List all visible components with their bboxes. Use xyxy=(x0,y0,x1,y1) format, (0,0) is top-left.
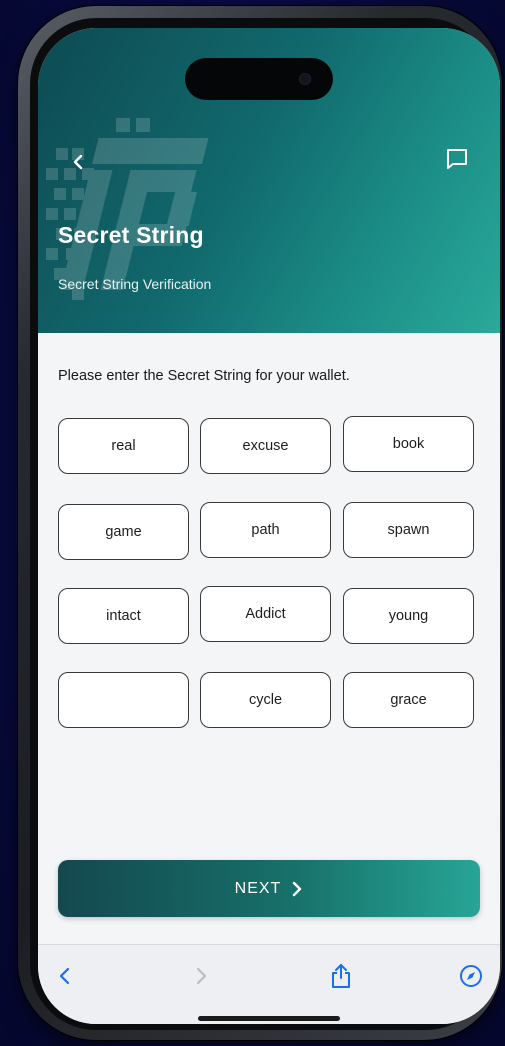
share-icon xyxy=(332,964,350,988)
dynamic-island xyxy=(185,58,333,100)
word-input-9[interactable]: young xyxy=(343,588,474,644)
phone-screen: Secret String Secret String Verification… xyxy=(38,28,500,1024)
word-input-7[interactable]: intact xyxy=(58,588,189,644)
word-input-1[interactable]: real xyxy=(58,418,189,474)
chevron-left-icon xyxy=(59,967,70,985)
chat-bubble-icon xyxy=(447,149,467,169)
share-button[interactable] xyxy=(324,959,358,993)
chevron-left-icon xyxy=(73,154,83,170)
page-subtitle: Secret String Verification xyxy=(58,276,212,292)
word-input-6[interactable]: spawn xyxy=(343,502,474,558)
word-input-2[interactable]: excuse xyxy=(200,418,331,474)
bitcoin-logo-watermark-icon xyxy=(46,118,209,300)
browser-toolbar xyxy=(38,944,500,1024)
next-button-label: NEXT xyxy=(234,879,282,897)
word-input-12[interactable]: grace xyxy=(343,672,474,728)
browser-forward-button[interactable] xyxy=(184,959,218,993)
chevron-right-icon xyxy=(196,967,207,985)
word-input-3[interactable]: book xyxy=(343,416,474,472)
word-input-10[interactable] xyxy=(58,672,189,728)
word-input-4[interactable]: game xyxy=(58,504,189,560)
next-button[interactable]: NEXT xyxy=(58,860,480,917)
chevron-right-icon xyxy=(293,881,302,896)
word-input-8[interactable]: Addict xyxy=(200,586,331,642)
compass-icon xyxy=(460,965,482,987)
page-title: Secret String xyxy=(58,222,204,248)
word-input-5[interactable]: path xyxy=(200,502,331,558)
header: Secret String Secret String Verification xyxy=(38,28,500,333)
safari-compass-button[interactable] xyxy=(454,959,488,993)
browser-back-button[interactable] xyxy=(48,959,82,993)
home-indicator xyxy=(198,1016,340,1021)
camera-icon xyxy=(299,73,311,85)
word-input-11[interactable]: cycle xyxy=(200,672,331,728)
back-button[interactable] xyxy=(62,146,94,178)
instruction-text: Please enter the Secret String for your … xyxy=(58,368,350,384)
chat-button[interactable] xyxy=(440,142,474,176)
